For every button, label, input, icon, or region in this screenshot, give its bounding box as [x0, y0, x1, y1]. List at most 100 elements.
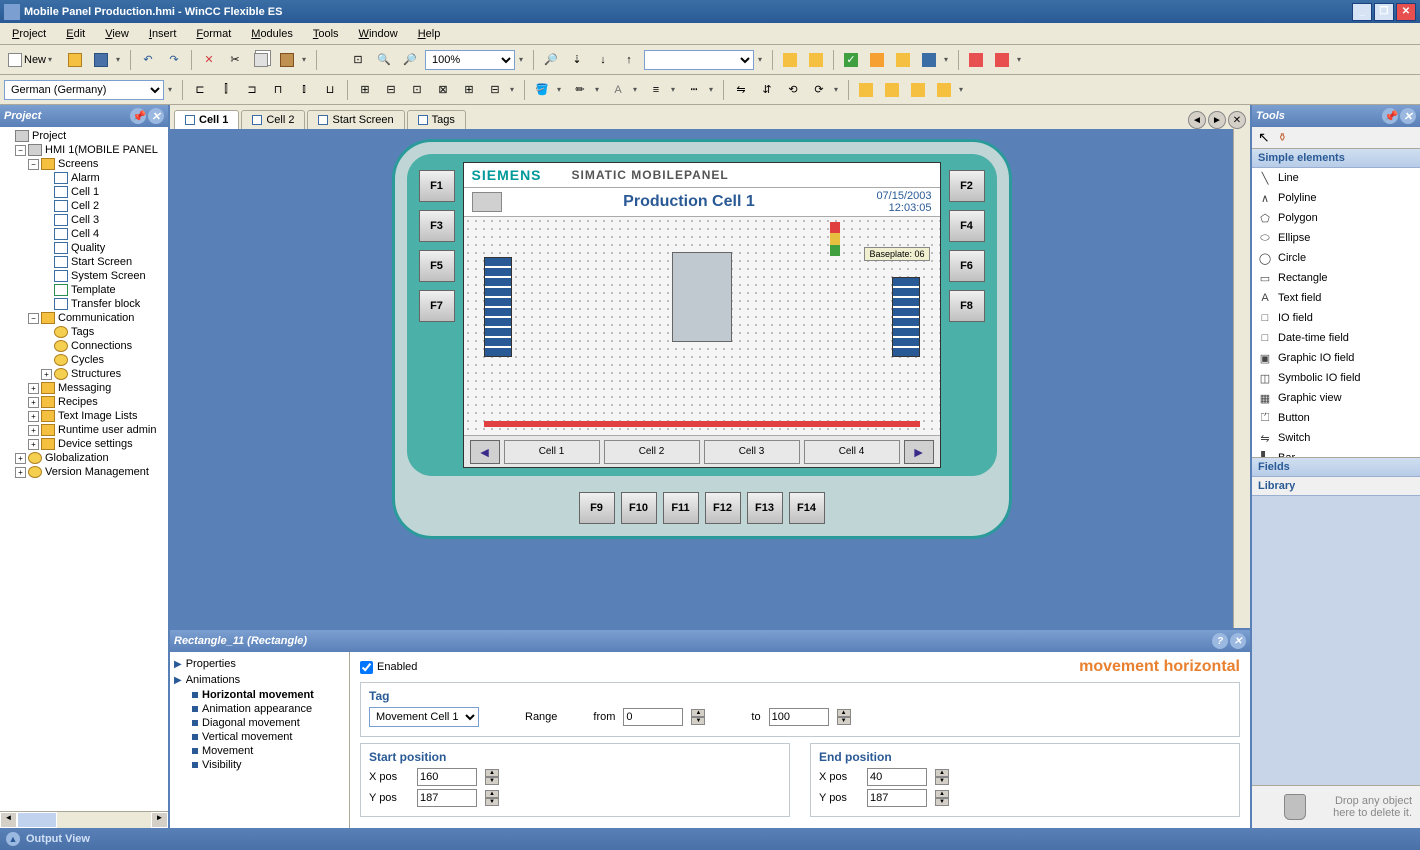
menu-insert[interactable]: Insert [141, 26, 185, 42]
function-key-f13[interactable]: F13 [747, 492, 783, 524]
panel-close-button[interactable]: ✕ [1230, 633, 1246, 649]
prop-sub-horizontal-movement[interactable]: Horizontal movement [174, 688, 345, 702]
tree-globalization[interactable]: +Globalization [2, 451, 166, 465]
menu-project[interactable]: Project [4, 26, 54, 42]
tool-button[interactable]: ↑ [618, 49, 640, 71]
tree-screen-alarm[interactable]: Alarm [2, 171, 166, 185]
tree-toggle[interactable]: + [28, 411, 39, 422]
chevron-down-icon[interactable]: ▾ [944, 55, 952, 64]
zoom-in-button[interactable]: 🔎 [399, 49, 421, 71]
scroll-left-button[interactable]: ◄ [0, 812, 17, 828]
nav-next-button[interactable]: ► [904, 440, 934, 464]
tree-comm-structures[interactable]: +Structures [2, 367, 166, 381]
chevron-down-icon[interactable]: ▾ [557, 85, 565, 94]
tree-screen-cell-4[interactable]: Cell 4 [2, 227, 166, 241]
order-button[interactable] [933, 79, 955, 101]
end-y-input[interactable] [867, 789, 927, 807]
find-button[interactable]: 🔎 [540, 49, 562, 71]
tool-graphic-view[interactable]: ▦Graphic view [1252, 388, 1420, 408]
spinner[interactable]: ▲▼ [935, 769, 949, 785]
tree-toggle[interactable]: + [15, 453, 26, 464]
save-button[interactable] [90, 49, 112, 71]
distribute-button[interactable]: ⊠ [432, 79, 454, 101]
chevron-down-icon[interactable]: ▾ [633, 85, 641, 94]
chevron-down-icon[interactable]: ▾ [834, 85, 842, 94]
prop-sub-movement[interactable]: Movement [174, 744, 345, 758]
tree-recipes[interactable]: +Recipes [2, 395, 166, 409]
function-key-f3[interactable]: F3 [419, 210, 455, 242]
prop-category-animations[interactable]: ▶Animations [174, 672, 345, 688]
panel-close-button[interactable]: ✕ [1400, 108, 1416, 124]
tool-polyline[interactable]: ∧Polyline [1252, 188, 1420, 208]
zoom-fit-button[interactable]: ⊡ [347, 49, 369, 71]
tree-screen-transfer-block[interactable]: Transfer block [2, 297, 166, 311]
vertical-scrollbar[interactable] [1233, 129, 1250, 628]
tree-device-settings[interactable]: +Device settings [2, 437, 166, 451]
chevron-down-icon[interactable]: ▾ [595, 85, 603, 94]
spinner[interactable]: ▲▼ [691, 709, 705, 725]
fill-button[interactable]: 🪣 [531, 79, 553, 101]
tool-graphic-io-field[interactable]: ▣Graphic IO field [1252, 348, 1420, 368]
function-key-f4[interactable]: F4 [949, 210, 985, 242]
tree-text-image-lists[interactable]: +Text Image Lists [2, 409, 166, 423]
tool-button[interactable] [965, 49, 987, 71]
chevron-down-icon[interactable]: ▾ [168, 85, 176, 94]
function-key-f2[interactable]: F2 [949, 170, 985, 202]
tree-screen-cell-2[interactable]: Cell 2 [2, 199, 166, 213]
tree-comm-cycles[interactable]: Cycles [2, 353, 166, 367]
tree-toggle[interactable]: − [15, 145, 26, 156]
tab-next-button[interactable]: ► [1208, 111, 1226, 129]
copy-button[interactable] [250, 49, 272, 71]
tab-close-button[interactable]: ✕ [1228, 111, 1246, 129]
tree-toggle[interactable]: + [15, 467, 26, 478]
tool-date-time-field[interactable]: □Date-time field [1252, 328, 1420, 348]
design-canvas[interactable]: F1F3F5F7 SIEMENS SIMATIC MOBILEPANEL Pro… [170, 129, 1233, 628]
tool-button[interactable] [918, 49, 940, 71]
function-key-f5[interactable]: F5 [419, 250, 455, 282]
function-key-f6[interactable]: F6 [949, 250, 985, 282]
tree-version-management[interactable]: +Version Management [2, 465, 166, 479]
tree-screen-start-screen[interactable]: Start Screen [2, 255, 166, 269]
language-combo[interactable]: German (Germany) [4, 80, 164, 100]
tool-button[interactable] [779, 49, 801, 71]
tree-screens[interactable]: −Screens [2, 157, 166, 171]
end-x-input[interactable] [867, 768, 927, 786]
output-toggle-button[interactable]: ▲ [6, 832, 20, 846]
prop-sub-vertical-movement[interactable]: Vertical movement [174, 730, 345, 744]
menu-format[interactable]: Format [188, 26, 239, 42]
align-button[interactable]: ⊐ [241, 79, 263, 101]
nav-cell-button[interactable]: Cell 3 [704, 440, 800, 464]
spinner[interactable]: ▲▼ [837, 709, 851, 725]
function-key-f14[interactable]: F14 [789, 492, 825, 524]
tool-io-field[interactable]: □IO field [1252, 308, 1420, 328]
tab-start-screen[interactable]: Start Screen [307, 110, 404, 129]
chevron-down-icon[interactable]: ▾ [302, 55, 310, 64]
function-key-f10[interactable]: F10 [621, 492, 657, 524]
prop-sub-diagonal-movement[interactable]: Diagonal movement [174, 716, 345, 730]
tree-messaging[interactable]: +Messaging [2, 381, 166, 395]
tree-toggle[interactable]: + [41, 369, 52, 380]
function-key-f8[interactable]: F8 [949, 290, 985, 322]
tool-button[interactable] [991, 49, 1013, 71]
function-key-f11[interactable]: F11 [663, 492, 699, 524]
spinner[interactable]: ▲▼ [485, 790, 499, 806]
line-color-button[interactable]: ✏ [569, 79, 591, 101]
align-button[interactable]: ⫿ [215, 79, 237, 101]
start-y-input[interactable] [417, 789, 477, 807]
prop-sub-visibility[interactable]: Visibility [174, 758, 345, 772]
menu-edit[interactable]: Edit [58, 26, 93, 42]
pointer-icon[interactable]: ↖ [1258, 129, 1270, 146]
rotate-button[interactable]: ⟲ [782, 79, 804, 101]
tool-line[interactable]: ╲Line [1252, 168, 1420, 188]
chevron-down-icon[interactable]: ▾ [671, 85, 679, 94]
chevron-down-icon[interactable]: ▾ [116, 55, 124, 64]
distribute-button[interactable]: ⊞ [458, 79, 480, 101]
align-button[interactable]: ⫾ [293, 79, 315, 101]
tab-tags[interactable]: Tags [407, 110, 466, 129]
hmi-screen[interactable]: SIEMENS SIMATIC MOBILEPANEL Production C… [463, 162, 941, 468]
chevron-down-icon[interactable]: ▾ [959, 85, 967, 94]
tree-comm-connections[interactable]: Connections [2, 339, 166, 353]
tool-button[interactable]: ⏍Button [1252, 408, 1420, 428]
pin-button[interactable]: 📌 [1382, 108, 1398, 124]
start-x-input[interactable] [417, 768, 477, 786]
